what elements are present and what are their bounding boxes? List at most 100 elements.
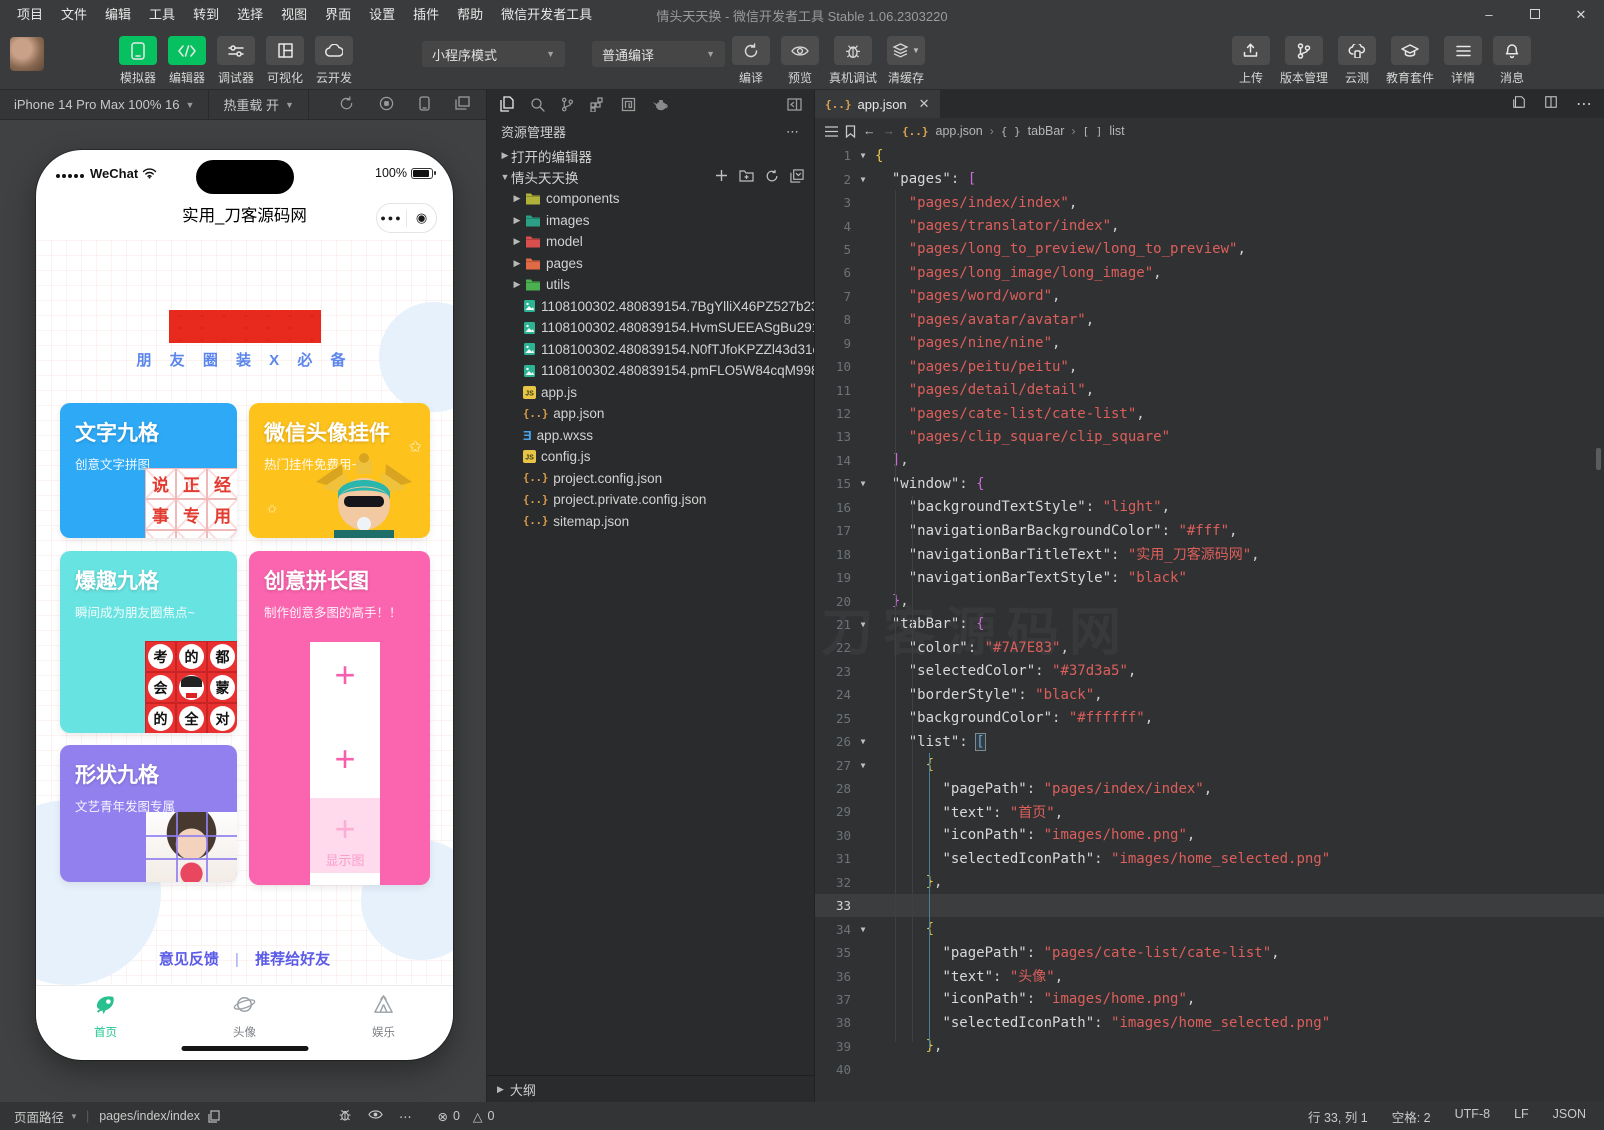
toggle-visual[interactable]: 可视化 — [265, 36, 305, 86]
code-line-32[interactable]: 32 }, — [815, 871, 1604, 894]
minimize-icon[interactable]: – — [1466, 0, 1512, 30]
code-line-3[interactable]: 3 "pages/index/index", — [815, 191, 1604, 214]
explorer-more-icon[interactable]: ⋯ — [786, 124, 800, 140]
device-select[interactable]: iPhone 14 Pro Max 100% 16▼ — [0, 90, 209, 120]
scrollbar-mark[interactable] — [1596, 448, 1601, 470]
language-mode[interactable]: JSON — [1553, 1107, 1586, 1126]
tree-file[interactable]: {..}project.private.config.json — [487, 489, 814, 511]
code-line-22[interactable]: 22 "color": "#7A7E83", — [815, 636, 1604, 659]
record-icon[interactable] — [379, 96, 394, 114]
crumb-tabbar[interactable]: tabBar — [1028, 124, 1065, 138]
code-line-36[interactable]: 36 "text": "头像", — [815, 964, 1604, 987]
phone-tab-首页[interactable]: 首页 — [36, 986, 175, 1041]
menu-界面[interactable]: 界面 — [316, 0, 360, 30]
toggle-simulator[interactable]: 模拟器 — [118, 36, 158, 86]
menu-帮助[interactable]: 帮助 — [448, 0, 492, 30]
feedback-link[interactable]: 意见反馈 — [159, 951, 219, 968]
toggle-cloud-dev[interactable]: 云开发 — [314, 36, 354, 86]
npm-icon[interactable] — [621, 97, 636, 112]
action-message[interactable]: 消息 — [1492, 36, 1532, 86]
action-cloud-test[interactable]: 云测 — [1337, 36, 1377, 86]
card-shape-nine-grid[interactable]: 形状九格文艺青年发图专属 — [60, 745, 237, 882]
tree-folder-model[interactable]: ▶model — [487, 231, 814, 253]
code-line-8[interactable]: 8 "pages/avatar/avatar", — [815, 308, 1604, 331]
tree-folder-pages[interactable]: ▶pages — [487, 253, 814, 275]
avatar[interactable] — [10, 37, 44, 71]
code-line-29[interactable]: 29 "text": "首页", — [815, 800, 1604, 823]
visibility-icon[interactable] — [368, 1109, 383, 1123]
code-line-23[interactable]: 23 "selectedColor": "#37d3a5", — [815, 660, 1604, 683]
outline-menu-icon[interactable] — [825, 126, 838, 137]
tree-file[interactable]: JSapp.js — [487, 382, 814, 404]
menu-选择[interactable]: 选择 — [228, 0, 272, 30]
card-avatar-pendant[interactable]: 微信头像挂件热门挂件免费用~ ✩ ✩ — [249, 403, 430, 538]
new-folder-icon[interactable] — [739, 169, 754, 186]
code-line-19[interactable]: 19 "navigationBarTextStyle": "black" — [815, 566, 1604, 589]
code-line-11[interactable]: 11 "pages/detail/detail", — [815, 378, 1604, 401]
code-line-13[interactable]: 13 "pages/clip_square/clip_square" — [815, 425, 1604, 448]
phone-tab-娱乐[interactable]: 娱乐 — [314, 986, 453, 1041]
device-frame-icon[interactable] — [419, 96, 430, 114]
maximize-icon[interactable] — [1512, 0, 1558, 30]
crumb-file[interactable]: app.json — [936, 124, 983, 138]
code-line-39[interactable]: 39 }, — [815, 1035, 1604, 1058]
copy-path-icon[interactable] — [208, 1110, 220, 1123]
code-line-21[interactable]: 21▼ "tabBar": { — [815, 613, 1604, 636]
menu-视图[interactable]: 视图 — [272, 0, 316, 30]
nav-back-icon[interactable]: ← — [863, 124, 876, 138]
menu-插件[interactable]: 插件 — [404, 0, 448, 30]
split-editor-icon[interactable] — [1544, 95, 1558, 114]
code-line-28[interactable]: 28 "pagePath": "pages/index/index", — [815, 777, 1604, 800]
menu-工具[interactable]: 工具 — [140, 0, 184, 30]
recommend-link[interactable]: 推荐给好友 — [255, 951, 330, 968]
action-version[interactable]: 版本管理 — [1280, 36, 1328, 86]
code-line-34[interactable]: 34▼ { — [815, 917, 1604, 940]
tree-file[interactable]: {..}app.json — [487, 403, 814, 425]
collapse-panel-icon[interactable] — [787, 98, 802, 111]
encoding[interactable]: UTF-8 — [1455, 1107, 1490, 1126]
source-control-icon[interactable] — [561, 97, 574, 112]
close-tab-icon[interactable]: ✕ — [919, 96, 930, 112]
action-preview[interactable]: 预览 — [780, 36, 820, 86]
problems-indicator[interactable]: ⊗0 △0 — [437, 1109, 494, 1124]
toggle-inspector[interactable]: 调试器 — [216, 36, 256, 86]
menu-编辑[interactable]: 编辑 — [96, 0, 140, 30]
tree-folder-utils[interactable]: ▶utils — [487, 274, 814, 296]
status-more-icon[interactable]: ⋯ — [399, 1109, 412, 1124]
toggle-editor[interactable]: 编辑器 — [167, 36, 207, 86]
code-line-40[interactable]: 40 — [815, 1058, 1604, 1081]
more-actions-icon[interactable]: ⋯ — [1576, 94, 1592, 114]
tree-folder-images[interactable]: ▶images — [487, 210, 814, 232]
menu-设置[interactable]: 设置 — [360, 0, 404, 30]
card-word-nine-grid[interactable]: 文字九格创意文字拼图 说正经事专用 — [60, 403, 237, 538]
action-detail[interactable]: 详情 — [1443, 36, 1483, 86]
nav-forward-icon[interactable]: → — [883, 124, 896, 138]
code-line-4[interactable]: 4 "pages/translator/index", — [815, 214, 1604, 237]
more-menu-icon[interactable]: ●●● — [377, 213, 406, 223]
collapse-folders-icon[interactable] — [790, 169, 804, 186]
action-edu[interactable]: 教育套件 — [1386, 36, 1434, 86]
code-line-25[interactable]: 25 "backgroundColor": "#ffffff", — [815, 707, 1604, 730]
card-fun-nine-grid[interactable]: 爆趣九格瞬间成为朋友圈焦点~ 考的都会蒙的全对 — [60, 551, 237, 733]
new-file-icon[interactable] — [715, 169, 728, 186]
action-upload[interactable]: 上传 — [1231, 36, 1271, 86]
tree-file[interactable]: JSconfig.js — [487, 446, 814, 468]
code-line-17[interactable]: 17 "navigationBarBackgroundColor": "#fff… — [815, 519, 1604, 542]
code-line-31[interactable]: 31 "selectedIconPath": "images/home_sele… — [815, 847, 1604, 870]
restart-icon[interactable] — [339, 96, 354, 114]
code-line-37[interactable]: 37 "iconPath": "images/home.png", — [815, 988, 1604, 1011]
code-line-24[interactable]: 24 "borderStyle": "black", — [815, 683, 1604, 706]
indent-setting[interactable]: 空格: 2 — [1392, 1107, 1431, 1126]
crumb-list[interactable]: list — [1109, 124, 1124, 138]
compile-select[interactable]: 普通编译▼ — [592, 41, 725, 67]
menu-项目[interactable]: 项目 — [8, 0, 52, 30]
action-device-debug[interactable]: 真机调试 — [829, 36, 877, 86]
tree-file[interactable]: 1108100302.480839154.N0fTJfoKPZZl43d31c4… — [487, 339, 814, 361]
code-line-27[interactable]: 27▼ { — [815, 753, 1604, 776]
code-line-5[interactable]: 5 "pages/long_to_preview/long_to_preview… — [815, 238, 1604, 261]
files-icon[interactable] — [499, 96, 514, 112]
menu-微信开发者工具[interactable]: 微信开发者工具 — [492, 0, 601, 30]
bookmark-icon[interactable] — [845, 125, 856, 138]
code-line-1[interactable]: 1▼{ — [815, 144, 1604, 167]
teapot-icon[interactable] — [652, 98, 669, 111]
